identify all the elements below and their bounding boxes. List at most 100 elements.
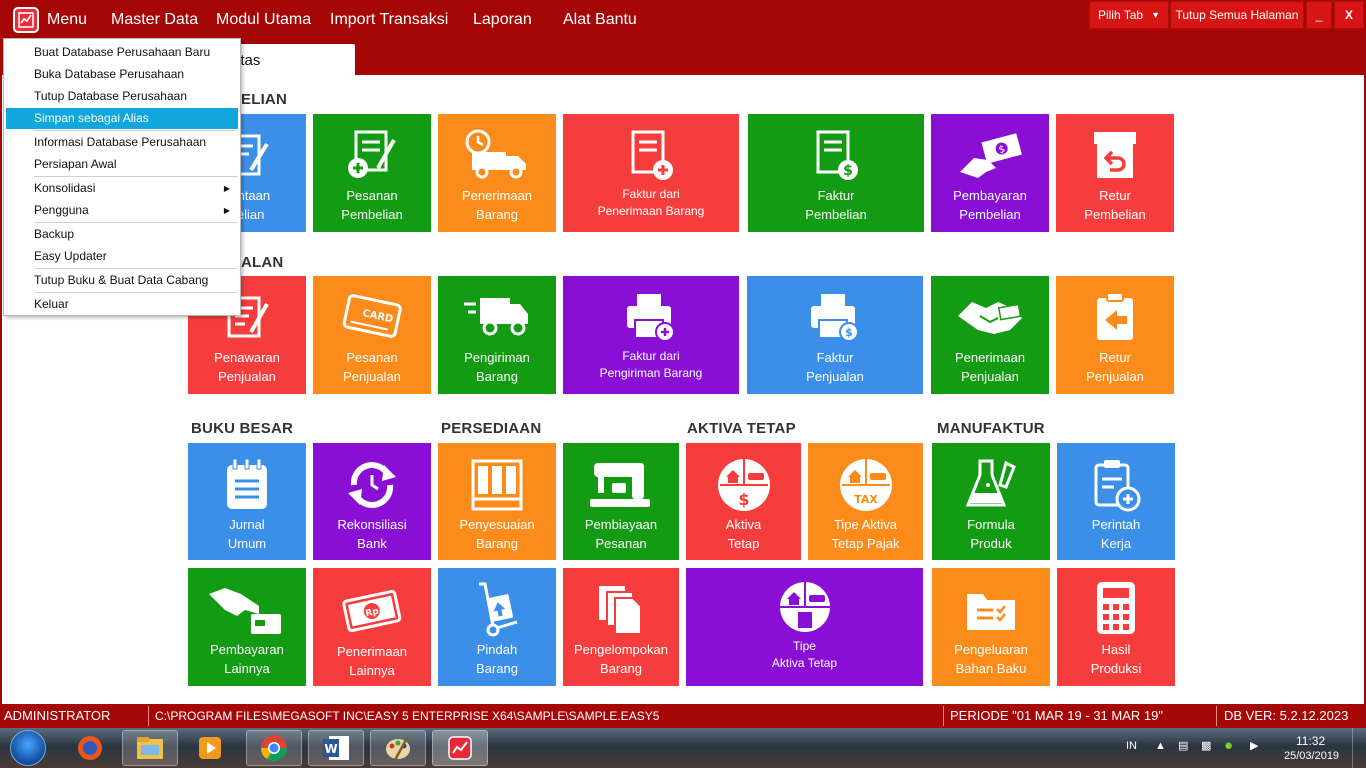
taskbar-word-icon[interactable]: W bbox=[308, 730, 364, 766]
status-separator bbox=[943, 706, 944, 726]
menu-menu[interactable]: Menu bbox=[47, 11, 87, 29]
tile-penerimaan-lainnya[interactable]: Rp Penerimaan Lainnya bbox=[313, 568, 431, 686]
tray-time[interactable]: 11:32 bbox=[1296, 734, 1325, 748]
tile-penerimaan-barang[interactable]: Penerimaan Barang bbox=[438, 114, 556, 232]
invoice-plus-icon bbox=[631, 130, 673, 180]
tray-volume-icon[interactable]: ▶ bbox=[1250, 739, 1258, 752]
tile-pembayaran-lainnya[interactable]: Pembayaran Lainnya bbox=[188, 568, 306, 686]
dd-buka-database[interactable]: Buka Database Perusahaan bbox=[6, 64, 238, 85]
tile-pengeluaran-bahan-baku[interactable]: Pengeluaran Bahan Baku bbox=[932, 568, 1050, 686]
tile-label: Retur Pembelian bbox=[1084, 188, 1146, 222]
dd-tutup-buku[interactable]: Tutup Buku & Buat Data Cabang bbox=[6, 270, 238, 291]
tile-retur-penjualan[interactable]: Retur Penjualan bbox=[1056, 276, 1174, 394]
tray-language[interactable]: IN bbox=[1126, 740, 1137, 752]
taskbar-chrome-icon[interactable] bbox=[246, 730, 302, 766]
tray-network-icon[interactable]: ▤ bbox=[1178, 739, 1188, 752]
dd-separator bbox=[34, 130, 238, 131]
tile-faktur-pengiriman-barang[interactable]: Faktur dari Pengiriman Barang bbox=[563, 276, 739, 394]
svg-text:W: W bbox=[324, 742, 337, 756]
section-persediaan: PERSEDIAAN bbox=[441, 420, 542, 437]
tile-label: Tipe Aktiva Tetap bbox=[771, 639, 838, 670]
start-button-icon[interactable] bbox=[10, 730, 46, 766]
tile-perintah-kerja[interactable]: Perintah Kerja bbox=[1057, 443, 1175, 560]
tile-faktur-pembelian[interactable]: $ Faktur Pembelian bbox=[748, 114, 924, 232]
svg-text:$: $ bbox=[843, 163, 853, 179]
tile-tipe-aktiva-tetap[interactable]: Tipe Aktiva Tetap bbox=[686, 568, 923, 686]
dd-persiapan-awal[interactable]: Persiapan Awal bbox=[6, 154, 238, 175]
calculator-icon bbox=[1097, 582, 1135, 634]
dd-pengguna-label: Pengguna bbox=[34, 203, 89, 217]
tile-label: Perintah Kerja bbox=[1091, 517, 1141, 551]
dd-pengguna[interactable]: Pengguna ▶ bbox=[6, 200, 238, 221]
tray-date[interactable]: 25/03/2019 bbox=[1284, 750, 1339, 762]
tile-label: Tipe Aktiva Tetap Pajak bbox=[831, 517, 900, 551]
asset-tax-icon: TAX bbox=[839, 459, 892, 511]
tile-rekonsiliasi-bank[interactable]: Rekonsiliasi Bank bbox=[313, 443, 431, 560]
tutup-semua-halaman-button[interactable]: Tutup Semua Halaman bbox=[1170, 1, 1304, 29]
tax-icon-text: TAX bbox=[854, 493, 878, 506]
tile-label: Jurnal Umum bbox=[227, 517, 267, 551]
submenu-arrow-icon: ▶ bbox=[223, 206, 230, 215]
minimize-button[interactable]: _ bbox=[1306, 1, 1332, 29]
document-plus-icon bbox=[348, 130, 396, 178]
dd-keluar[interactable]: Keluar bbox=[6, 294, 238, 315]
tile-pengiriman-barang[interactable]: Pengiriman Barang bbox=[438, 276, 556, 394]
menu-modul-utama[interactable]: Modul Utama bbox=[216, 11, 311, 29]
status-separator bbox=[148, 706, 149, 726]
tray-security-icon[interactable]: ● bbox=[1224, 737, 1233, 754]
show-desktop-button[interactable] bbox=[1352, 728, 1366, 768]
tray-expand-icon[interactable]: ▲ bbox=[1155, 740, 1166, 752]
tile-penyesuaian-barang[interactable]: Penyesuaian Barang bbox=[438, 443, 556, 560]
taskbar-paint-icon[interactable] bbox=[370, 730, 426, 766]
tile-faktur-penjualan[interactable]: $ Faktur Penjualan bbox=[747, 276, 923, 394]
tile-pembiayaan-pesanan[interactable]: Pembiayaan Pesanan bbox=[563, 443, 679, 560]
tile-penerimaan-penjualan[interactable]: Penerimaan Penjualan bbox=[931, 276, 1049, 394]
tile-jurnal-umum[interactable]: Jurnal Umum bbox=[188, 443, 306, 560]
dd-konsolidasi-label: Konsolidasi bbox=[34, 181, 96, 195]
tile-label: Pengelompokan Barang bbox=[574, 642, 668, 676]
tile-label: Penawaran Penjualan bbox=[214, 350, 280, 384]
menu-master-data[interactable]: Master Data bbox=[111, 11, 198, 29]
close-button[interactable]: X bbox=[1334, 1, 1364, 29]
tile-pindah-barang[interactable]: Pindah Barang bbox=[438, 568, 556, 686]
svg-text:$: $ bbox=[738, 490, 749, 509]
app-logo-icon[interactable] bbox=[13, 7, 39, 33]
tile-hasil-produksi[interactable]: Hasil Produksi bbox=[1057, 568, 1175, 686]
tile-label: Formula Produk bbox=[967, 517, 1015, 551]
flask-icon bbox=[965, 459, 1016, 507]
taskbar-media-player-icon[interactable] bbox=[182, 730, 238, 766]
dd-konsolidasi[interactable]: Konsolidasi ▶ bbox=[6, 178, 238, 199]
taskbar-explorer-icon[interactable] bbox=[122, 730, 178, 766]
tile-aktiva-tetap[interactable]: $ Aktiva Tetap bbox=[686, 443, 801, 560]
dd-simpan-alias[interactable]: Simpan sebagai Alias bbox=[6, 108, 238, 129]
tile-pesanan-pembelian[interactable]: Pesanan Pembelian bbox=[313, 114, 431, 232]
taskbar-firefox-icon[interactable] bbox=[62, 730, 118, 766]
pilih-tab-button[interactable]: Pilih Tab ▼ bbox=[1089, 1, 1169, 29]
tile-pengelompokan-barang[interactable]: Pengelompokan Barang bbox=[563, 568, 679, 686]
dd-informasi-database[interactable]: Informasi Database Perusahaan bbox=[6, 132, 238, 153]
tile-pembayaran-pembelian[interactable]: $ Pembayaran Pembelian bbox=[931, 114, 1049, 232]
tray-battery-icon[interactable]: ▩ bbox=[1201, 739, 1211, 752]
tile-tipe-aktiva-tetap-pajak[interactable]: TAX Tipe Aktiva Tetap Pajak bbox=[808, 443, 923, 560]
tile-pesanan-penjualan[interactable]: CARD Pesanan Penjualan bbox=[313, 276, 431, 394]
tile-faktur-penerimaan-barang[interactable]: Faktur dari Penerimaan Barang bbox=[563, 114, 739, 232]
dd-backup[interactable]: Backup bbox=[6, 224, 238, 245]
dd-tutup-database[interactable]: Tutup Database Perusahaan bbox=[6, 86, 238, 107]
menu-alat-bantu[interactable]: Alat Bantu bbox=[563, 11, 637, 29]
tile-label: Retur Penjualan bbox=[1086, 350, 1144, 384]
menu-laporan[interactable]: Laporan bbox=[473, 11, 532, 29]
dd-easy-updater[interactable]: Easy Updater bbox=[6, 246, 238, 267]
tile-retur-pembelian[interactable]: Retur Pembelian bbox=[1056, 114, 1174, 232]
dd-separator bbox=[34, 292, 238, 293]
tile-formula-produk[interactable]: Formula Produk bbox=[932, 443, 1050, 560]
printer-plus-icon bbox=[627, 294, 675, 342]
dd-buat-database[interactable]: Buat Database Perusahaan Baru bbox=[6, 42, 238, 63]
tile-label: Pengeluaran Bahan Baku bbox=[954, 642, 1028, 676]
asset-document-icon bbox=[779, 582, 830, 632]
shelf-icon bbox=[471, 459, 523, 511]
menu-import-transaksi[interactable]: Import Transaksi bbox=[330, 11, 448, 29]
invoice-dollar-icon: $ bbox=[816, 130, 858, 180]
truck-clock-icon bbox=[465, 129, 526, 179]
taskbar-easy-accounting-icon[interactable] bbox=[432, 730, 488, 766]
card-icon: CARD bbox=[342, 294, 402, 338]
